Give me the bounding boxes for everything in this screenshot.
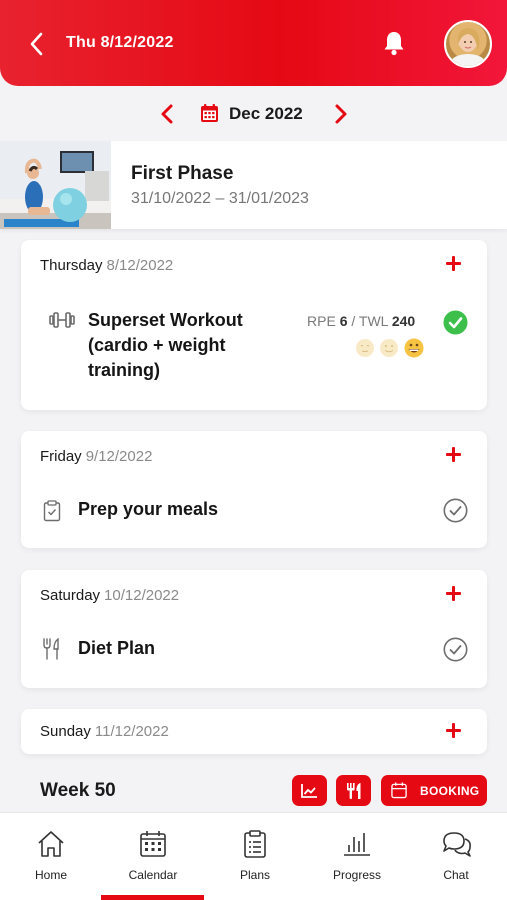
rpe-value: 6 [339, 313, 348, 329]
workout-title-line: (cardio + weight [88, 335, 226, 355]
week-title: Week 50 [40, 780, 116, 801]
active-tab-indicator [101, 895, 204, 900]
clipboard-icon [244, 830, 266, 858]
day-card-friday: Friday 9/12/2022 Prep your meals [21, 431, 487, 548]
home-icon [38, 831, 64, 857]
day-date: 9/12/2022 [85, 448, 153, 465]
chat-icon [443, 832, 471, 857]
day-date: 10/12/2022 [104, 587, 180, 604]
add-icon[interactable] [445, 446, 463, 464]
day-name: Friday [40, 448, 82, 465]
phase-thumbnail [0, 141, 111, 229]
grin-face-icon [404, 338, 424, 358]
tab-label: Plans [239, 868, 271, 882]
tab-home[interactable]: Home [0, 813, 102, 900]
chart-icon [301, 784, 317, 798]
nutrition-button[interactable] [336, 775, 371, 806]
pending-check-icon[interactable] [443, 637, 468, 662]
dumbbell-icon [49, 312, 75, 328]
add-icon[interactable] [445, 722, 463, 740]
day-name: Sunday [40, 723, 91, 740]
day-header: Sunday 11/12/2022 [40, 723, 169, 740]
avatar[interactable] [444, 20, 492, 68]
app-header: Thu 8/12/2022 [0, 0, 507, 86]
rpe-label: RPE [307, 313, 336, 329]
day-date: 8/12/2022 [106, 257, 174, 274]
fork-knife-icon [347, 783, 361, 799]
rpe-twl-score: RPE 6 / TWL 240 [307, 313, 415, 329]
phase-banner[interactable]: First Phase 31/10/2022 – 31/01/2023 [0, 141, 507, 229]
day-name: Thursday [40, 257, 103, 274]
workout-title-line: Superset Workout [88, 310, 243, 330]
back-icon[interactable] [26, 30, 48, 58]
day-header: Thursday 8/12/2022 [40, 257, 173, 274]
day-header: Saturday 10/12/2022 [40, 587, 179, 604]
completed-check-icon[interactable] [443, 310, 468, 335]
tab-chat[interactable]: Chat [405, 813, 507, 900]
day-card-thursday: Thursday 8/12/2022 Superset Workout (card… [21, 240, 487, 410]
day-name: Saturday [40, 587, 101, 604]
clipboard-icon [43, 500, 61, 522]
slight-smile-icon [380, 339, 398, 357]
day-header: Friday 9/12/2022 [40, 448, 152, 465]
calendar-icon [391, 782, 407, 799]
fork-knife-icon [43, 638, 59, 660]
tab-progress[interactable]: Progress [306, 813, 408, 900]
tab-label: Progress [332, 868, 382, 882]
tab-label: Chat [443, 868, 469, 882]
tab-label: Calendar [128, 868, 178, 882]
bell-icon[interactable] [382, 30, 406, 56]
day-card-sunday: Sunday 11/12/2022 [21, 709, 487, 754]
day-date: 11/12/2022 [94, 723, 169, 740]
workout-title[interactable]: Superset Workout (cardio + weight traini… [88, 308, 298, 383]
twl-label: TWL [358, 313, 388, 329]
mood-emojis [356, 338, 424, 358]
neutral-face-icon [356, 339, 374, 357]
item-title[interactable]: Diet Plan [78, 636, 155, 661]
phase-dates: 31/10/2022 – 31/01/2023 [131, 190, 309, 207]
tab-label: Home [34, 868, 67, 882]
calendar-icon [201, 104, 218, 122]
booking-button[interactable]: BOOKING [381, 775, 487, 806]
score-separator: / [351, 313, 356, 329]
tab-plans[interactable]: Plans [204, 813, 306, 900]
add-icon[interactable] [445, 255, 463, 273]
prev-month-icon[interactable] [158, 103, 176, 125]
day-card-saturday: Saturday 10/12/2022 Diet Plan [21, 570, 487, 688]
pending-check-icon[interactable] [443, 498, 468, 523]
item-title[interactable]: Prep your meals [78, 497, 218, 522]
twl-value: 240 [391, 313, 416, 329]
add-icon[interactable] [445, 585, 463, 603]
tab-calendar[interactable]: Calendar [102, 813, 204, 900]
progress-chart-button[interactable] [292, 775, 327, 806]
bottom-tab-bar: Home Calendar Plans Progress Chat [0, 812, 507, 900]
phase-title: First Phase [131, 163, 234, 184]
booking-label: BOOKING [420, 784, 480, 798]
month-label: Dec 2022 [229, 104, 303, 123]
workout-title-line: training) [88, 360, 160, 380]
header-date: Thu 8/12/2022 [66, 34, 174, 51]
calendar-icon [140, 831, 166, 857]
bar-chart-icon [344, 833, 370, 856]
month-navigator: Dec 2022 [0, 98, 507, 130]
next-month-icon[interactable] [332, 103, 350, 125]
week-bar: Week 50 BOOKING [0, 770, 507, 810]
